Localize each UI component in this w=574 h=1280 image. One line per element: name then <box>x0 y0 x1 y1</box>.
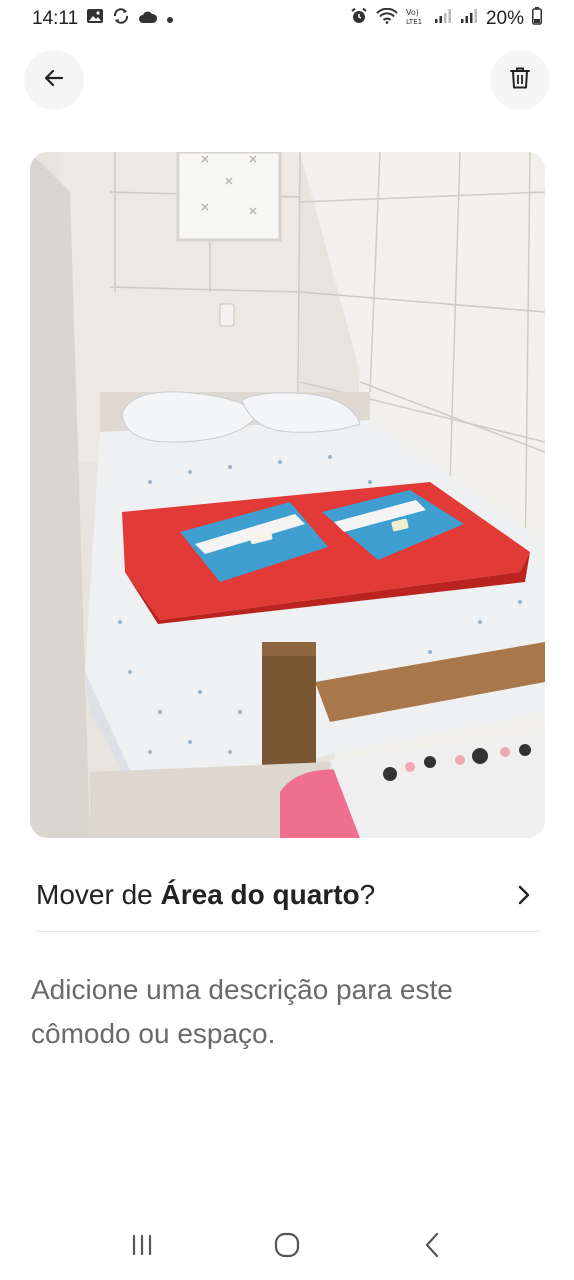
signal-icon <box>460 8 478 30</box>
dot-icon <box>166 8 174 30</box>
wifi-icon <box>376 7 398 30</box>
home-icon <box>274 1232 300 1263</box>
description-field[interactable]: Adicione uma descrição para este cômodo … <box>31 968 531 1056</box>
trash-icon <box>509 66 531 95</box>
move-room-row[interactable]: Mover de Área do quarto? <box>36 860 540 932</box>
move-room-text: Mover de Área do quarto? <box>36 879 375 911</box>
battery-percent: 20% <box>485 8 524 29</box>
cloud-icon <box>138 8 158 30</box>
back-button[interactable] <box>24 50 84 110</box>
arrow-left-icon <box>42 66 66 95</box>
system-nav-bar <box>0 1218 574 1276</box>
recent-apps-icon <box>129 1234 155 1261</box>
delete-photo-button[interactable] <box>490 50 550 110</box>
room-photo[interactable] <box>30 152 545 838</box>
signal-icon <box>434 8 452 30</box>
status-left: 14:11 <box>32 7 174 31</box>
gallery-icon <box>86 8 104 30</box>
nav-back-button[interactable] <box>407 1222 457 1272</box>
status-right: Vo) LTE1 20% <box>350 7 542 31</box>
alarm-icon <box>350 7 368 31</box>
bedroom-photo <box>30 152 545 838</box>
home-button[interactable] <box>262 1222 312 1272</box>
battery-icon <box>532 7 542 31</box>
svg-text:Vo): Vo) <box>406 8 419 17</box>
status-time: 14:11 <box>32 8 79 29</box>
chevron-right-icon <box>512 883 536 907</box>
room-name: Área do quarto <box>160 878 360 910</box>
volte-icon: Vo) LTE1 <box>406 7 426 31</box>
back-icon <box>424 1232 440 1263</box>
svg-text:LTE1: LTE1 <box>406 18 422 25</box>
sync-icon <box>112 7 130 31</box>
move-prefix: Mover de <box>36 878 161 910</box>
recent-apps-button[interactable] <box>117 1222 167 1272</box>
status-bar: 14:11 Vo) LTE1 20% <box>0 0 574 38</box>
top-bar <box>0 50 574 110</box>
move-suffix: ? <box>359 878 376 910</box>
